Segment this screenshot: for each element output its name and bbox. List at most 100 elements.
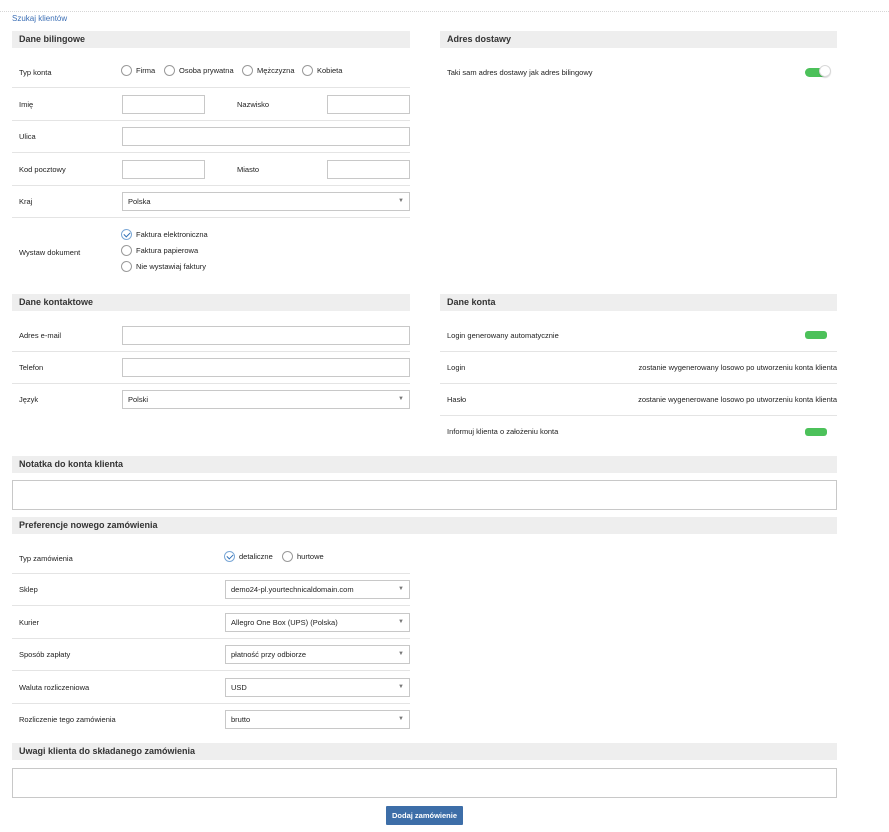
- radio-label: Nie wystawiaj faktury: [136, 262, 207, 271]
- street-row: Ulica: [12, 121, 410, 153]
- radio-label: hurtowe: [297, 552, 324, 561]
- currency-label: Waluta rozliczeniowa: [19, 683, 90, 692]
- account-type-private-radio[interactable]: Osoba prywatna: [164, 65, 234, 76]
- street-input[interactable]: [122, 127, 410, 146]
- login-label: Login: [447, 363, 466, 372]
- radio-label: Faktura papierowa: [136, 246, 199, 255]
- last-name-input[interactable]: [327, 95, 410, 114]
- contact-section-header: Dane kontaktowe: [12, 294, 410, 311]
- auto-login-row: Login generowany automatycznie: [440, 319, 837, 352]
- country-select[interactable]: Polska ▼: [122, 192, 410, 211]
- add-order-button[interactable]: Dodaj zamówienie: [386, 806, 463, 825]
- city-input[interactable]: [327, 160, 410, 179]
- settlement-label: Rozliczenie tego zamówienia: [19, 715, 116, 724]
- document-electronic-radio[interactable]: Faktura elektroniczna: [121, 229, 208, 240]
- remarks-section-header: Uwagi klienta do składanego zamówienia: [12, 743, 837, 760]
- payment-select[interactable]: płatność przy odbiorze ▼: [225, 645, 410, 664]
- phone-input[interactable]: [122, 358, 410, 377]
- chevron-down-icon: ▼: [398, 396, 404, 402]
- order-prefs-section-header: Preferencje nowego zamówienia: [12, 517, 837, 534]
- account-type-label: Typ konta: [19, 68, 52, 77]
- settlement-select-value: brutto: [231, 715, 251, 724]
- currency-row: Waluta rozliczeniowa USD ▼: [12, 671, 410, 704]
- note-section-header: Notatka do konta klienta: [12, 456, 837, 473]
- auto-login-toggle[interactable]: [805, 331, 827, 339]
- notify-row: Informuj klienta o założeniu konta: [440, 416, 837, 448]
- country-label: Kraj: [19, 197, 33, 206]
- language-label: Język: [19, 395, 39, 404]
- radio-label: detaliczne: [239, 552, 273, 561]
- courier-select-value: Allegro One Box (UPS) (Polska): [231, 618, 338, 627]
- radio-circle-icon: [242, 65, 253, 76]
- search-clients-link[interactable]: Szukaj klientów: [12, 14, 67, 23]
- email-input[interactable]: [122, 326, 410, 345]
- notify-label: Informuj klienta o założeniu konta: [447, 427, 559, 436]
- first-name-input[interactable]: [122, 95, 205, 114]
- document-row: Wystaw dokument Faktura elektroniczna Fa…: [12, 218, 410, 278]
- city-label: Miasto: [237, 165, 260, 174]
- courier-select[interactable]: Allegro One Box (UPS) (Polska) ▼: [225, 613, 410, 632]
- courier-row: Kurier Allegro One Box (UPS) (Polska) ▼: [12, 606, 410, 639]
- document-paper-radio[interactable]: Faktura papierowa: [121, 245, 198, 256]
- chevron-down-icon: ▼: [398, 684, 404, 690]
- email-row: Adres e-mail: [12, 319, 410, 352]
- radio-label: Firma: [136, 66, 156, 75]
- same-address-toggle[interactable]: [805, 65, 831, 77]
- radio-checked-icon: [121, 229, 132, 240]
- radio-label: Osoba prywatna: [179, 66, 234, 75]
- shop-label: Sklep: [19, 585, 38, 594]
- currency-select[interactable]: USD ▼: [225, 678, 410, 697]
- postal-code-input[interactable]: [122, 160, 205, 179]
- courier-label: Kurier: [19, 618, 40, 627]
- radio-circle-icon: [282, 551, 293, 562]
- order-type-retail-radio[interactable]: detaliczne: [224, 551, 273, 562]
- chevron-down-icon: ▼: [398, 586, 404, 592]
- country-row: Kraj Polska ▼: [12, 186, 410, 218]
- auto-login-label: Login generowany automatycznie: [447, 331, 559, 340]
- delivery-section-header: Adres dostawy: [440, 31, 837, 48]
- shop-select[interactable]: demo24-pl.yourtechnicaldomain.com ▼: [225, 580, 410, 599]
- login-row: Login zostanie wygenerowany losowo po ut…: [440, 352, 837, 384]
- settlement-select[interactable]: brutto ▼: [225, 710, 410, 729]
- radio-circle-icon: [302, 65, 313, 76]
- language-row: Język Polski ▼: [12, 384, 410, 416]
- shop-row: Sklep demo24-pl.yourtechnicaldomain.com ▼: [12, 574, 410, 606]
- name-row: Imię Nazwisko: [12, 88, 410, 121]
- payment-row: Sposób zapłaty płatność przy odbiorze ▼: [12, 639, 410, 671]
- street-label: Ulica: [19, 132, 36, 141]
- same-address-label: Taki sam adres dostawy jak adres bilingo…: [447, 68, 593, 77]
- phone-label: Telefon: [19, 363, 44, 372]
- phone-row: Telefon: [12, 352, 410, 384]
- account-type-male-radio[interactable]: Mężczyzna: [242, 65, 295, 76]
- order-type-row: Typ zamówienia detaliczne hurtowe: [12, 541, 410, 574]
- account-section-header: Dane konta: [440, 294, 837, 311]
- order-type-wholesale-radio[interactable]: hurtowe: [282, 551, 324, 562]
- radio-label: Kobieta: [317, 66, 343, 75]
- notify-toggle[interactable]: [805, 428, 827, 436]
- radio-label: Mężczyzna: [257, 66, 295, 75]
- chevron-down-icon: ▼: [398, 716, 404, 722]
- login-note: zostanie wygenerowany losowo po utworzen…: [638, 363, 837, 372]
- payment-select-value: płatność przy odbiorze: [231, 650, 307, 659]
- billing-section-header: Dane bilingowe: [12, 31, 410, 48]
- toggle-knob: [819, 65, 831, 77]
- account-type-firma-radio[interactable]: Firma: [121, 65, 155, 76]
- chevron-down-icon: ▼: [398, 619, 404, 625]
- settlement-row: Rozliczenie tego zamówienia brutto ▼: [12, 704, 410, 736]
- account-type-female-radio[interactable]: Kobieta: [302, 65, 342, 76]
- top-divider: [0, 11, 889, 12]
- radio-circle-icon: [164, 65, 175, 76]
- password-note: zostanie wygenerowane losowo po utworzen…: [638, 395, 837, 404]
- document-none-radio[interactable]: Nie wystawiaj faktury: [121, 261, 206, 272]
- password-label: Hasło: [447, 395, 467, 404]
- language-select[interactable]: Polski ▼: [122, 390, 410, 409]
- account-type-row: Typ konta Firma Osoba prywatna Mężczyzna…: [12, 55, 410, 88]
- last-name-label: Nazwisko: [237, 100, 270, 109]
- customer-remarks-textarea[interactable]: [12, 768, 837, 798]
- payment-label: Sposób zapłaty: [19, 650, 71, 659]
- radio-circle-icon: [121, 261, 132, 272]
- account-note-textarea[interactable]: [12, 480, 837, 510]
- radio-label: Faktura elektroniczna: [136, 230, 208, 239]
- chevron-down-icon: ▼: [398, 198, 404, 204]
- radio-checked-icon: [224, 551, 235, 562]
